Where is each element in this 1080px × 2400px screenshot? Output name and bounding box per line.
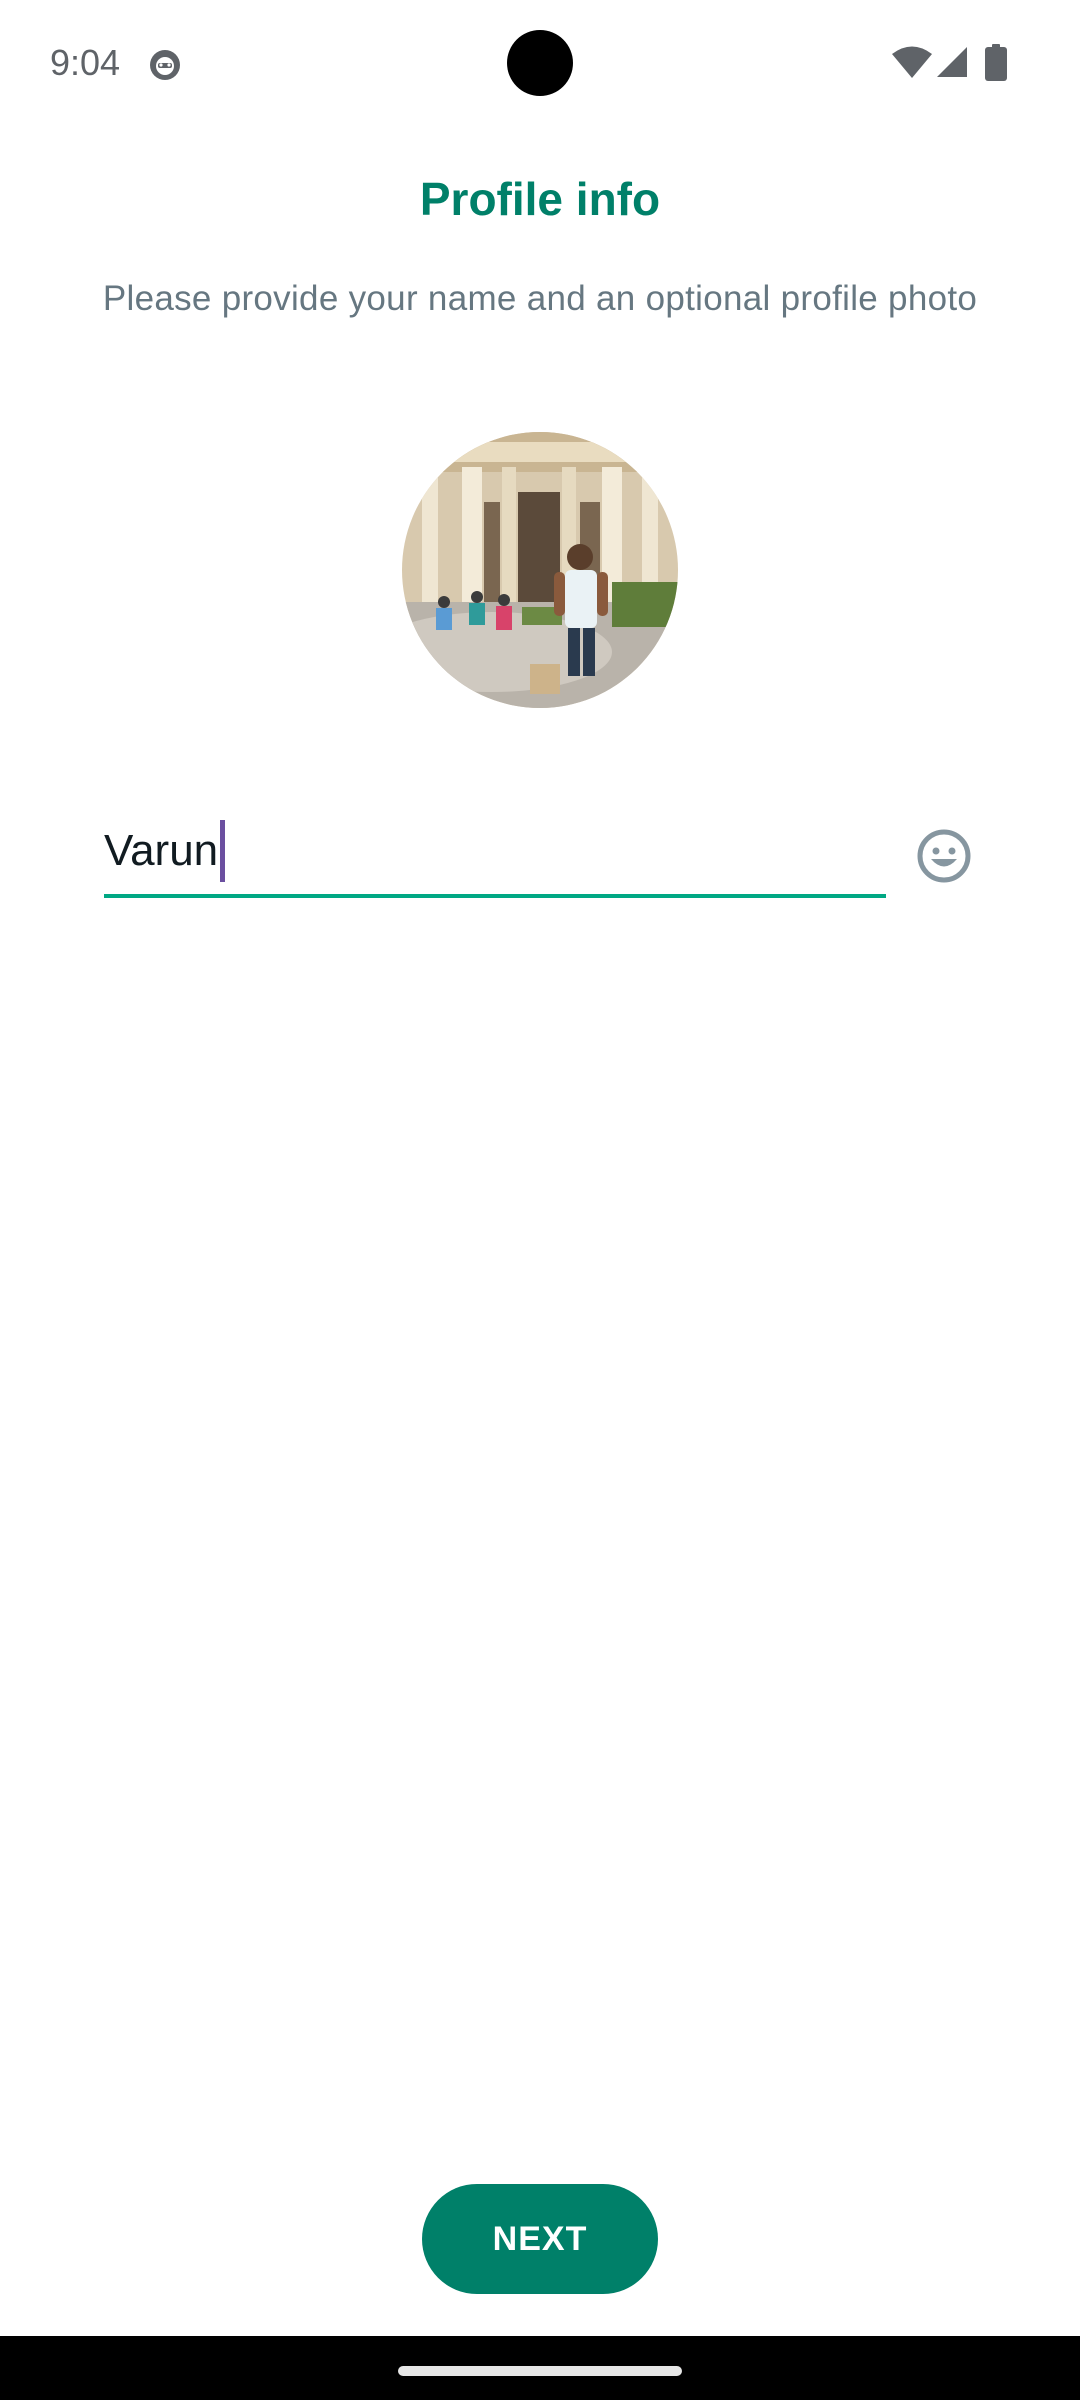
app-notification-icon xyxy=(150,50,180,80)
profile-photo-image xyxy=(402,432,678,708)
battery-icon xyxy=(985,44,1007,81)
name-input-value[interactable]: Varun xyxy=(104,820,226,882)
page-title: Profile info xyxy=(419,173,661,225)
wifi-icon xyxy=(892,46,932,78)
text-cursor xyxy=(220,820,226,882)
status-bar: 9:04 xyxy=(0,0,1080,130)
page-subtitle: Please provide your name and an optional… xyxy=(102,279,978,318)
profile-photo[interactable] xyxy=(402,432,678,708)
camera-cutout xyxy=(507,30,573,96)
status-time: 9:04 xyxy=(50,42,121,83)
navigation-bar xyxy=(0,2336,1080,2400)
name-text: Varun xyxy=(104,826,219,875)
emoji-icon[interactable] xyxy=(916,828,972,884)
name-input[interactable]: Varun xyxy=(104,812,886,898)
home-indicator[interactable] xyxy=(398,2366,682,2376)
signal-icon xyxy=(937,47,967,77)
next-button[interactable]: NEXT xyxy=(422,2184,658,2294)
